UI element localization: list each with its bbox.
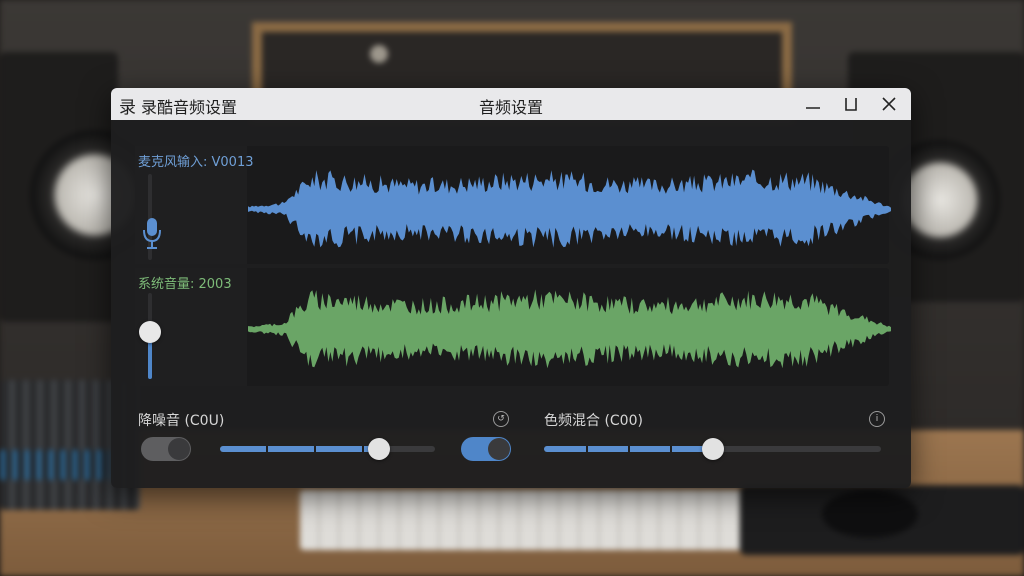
window-title: 音频设置 bbox=[478, 98, 543, 117]
maximize-icon bbox=[845, 98, 857, 111]
mix-knob[interactable] bbox=[701, 438, 724, 460]
mix-toggle[interactable] bbox=[461, 437, 511, 461]
mic-waveform bbox=[248, 169, 891, 248]
noise-reduction-slider[interactable] bbox=[220, 438, 435, 460]
close-icon bbox=[882, 97, 896, 111]
mix-label: 色频混合 (C00) bbox=[544, 413, 643, 429]
mouse bbox=[822, 490, 918, 538]
system-waveform bbox=[248, 289, 891, 369]
keyboard bbox=[300, 490, 755, 550]
audio-settings-dialog: 录 录酷音频设置 音频设置 麦克风输入: V0013 系统音量: 2003 降噪… bbox=[111, 88, 911, 488]
noise-reduction-label: 降噪音 (C0U) bbox=[138, 413, 225, 429]
minimize-button[interactable] bbox=[794, 88, 832, 120]
maximize-button[interactable] bbox=[832, 88, 870, 120]
noise-reduction-fill bbox=[220, 446, 380, 452]
system-volume-slider[interactable] bbox=[139, 293, 161, 379]
waveform-shape bbox=[248, 169, 891, 248]
noise-reduction-toggle[interactable] bbox=[141, 437, 191, 461]
info-icon[interactable]: i bbox=[869, 411, 885, 427]
mic-input-label: 麦克风输入: V0013 bbox=[138, 155, 254, 170]
system-volume-label: 系统音量: 2003 bbox=[138, 277, 232, 292]
noise-reduction-knob[interactable] bbox=[368, 438, 391, 460]
close-button[interactable] bbox=[870, 88, 908, 120]
waveform-shape bbox=[248, 289, 891, 369]
background-light bbox=[370, 45, 388, 63]
reset-icon[interactable]: ↺ bbox=[493, 411, 509, 427]
title-bar[interactable]: 录 录酷音频设置 音频设置 bbox=[111, 88, 911, 120]
system-volume-knob[interactable] bbox=[139, 320, 161, 343]
mix-slider[interactable] bbox=[544, 438, 881, 460]
microphone-icon bbox=[143, 218, 161, 249]
mixing-console-leds bbox=[0, 450, 110, 480]
minimize-icon bbox=[806, 107, 820, 109]
